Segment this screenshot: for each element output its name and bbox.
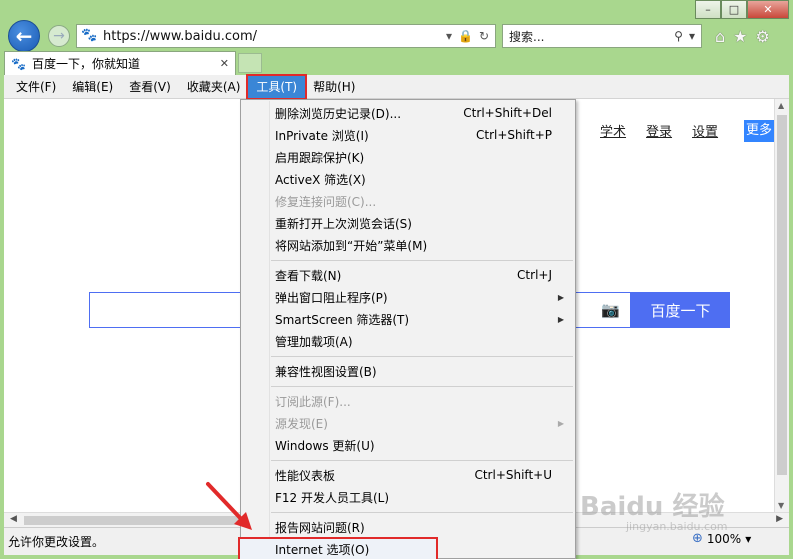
home-icon[interactable]: ⌂ — [715, 27, 725, 46]
menu-separator — [271, 386, 573, 387]
menu-item-internet-options[interactable]: Internet 选项(O) — [238, 537, 438, 559]
address-dropdown-icon[interactable]: ▾ — [446, 29, 452, 43]
zoom-dropdown-icon[interactable]: ▾ — [745, 532, 751, 546]
forward-button[interactable]: → — [48, 25, 70, 47]
menu-edit[interactable]: 编辑(E) — [64, 76, 121, 98]
menu-item-f12-devtools[interactable]: F12 开发人员工具(L) — [242, 486, 574, 508]
menu-item-manage-addons[interactable]: 管理加载项(A) — [242, 330, 574, 352]
menu-item-performance-dashboard[interactable]: 性能仪表板 Ctrl+Shift+U — [242, 464, 574, 486]
tab-title: 百度一下，你就知道 — [31, 57, 140, 71]
menu-item-tracking-protection[interactable]: 启用跟踪保护(K) — [242, 146, 574, 168]
menu-item-reopen-session[interactable]: 重新打开上次浏览会话(S) — [242, 212, 574, 234]
tools-menu: 删除浏览历史记录(D)... Ctrl+Shift+Del InPrivate 浏… — [238, 99, 576, 559]
scroll-up-icon[interactable]: ▲ — [778, 101, 784, 110]
menu-separator — [271, 260, 573, 261]
zoom-control[interactable]: ⊕ 100% ▾ — [692, 531, 751, 546]
menu-tools[interactable]: 工具(T) — [246, 73, 308, 100]
search-dropdown-icon[interactable]: ▾ — [689, 29, 695, 43]
watermark-url: jingyan.baidu.com — [626, 520, 728, 533]
zoom-icon[interactable]: ⊕ — [692, 531, 703, 546]
menu-item-delete-history[interactable]: 删除浏览历史记录(D)... Ctrl+Shift+Del — [242, 102, 574, 124]
maximize-button[interactable]: □ — [721, 0, 747, 19]
tab-baidu[interactable]: 🐾 百度一下，你就知道 ✕ — [4, 51, 236, 75]
scroll-left-icon[interactable]: ◀ — [10, 514, 17, 524]
submenu-arrow-icon: ▶ — [557, 292, 564, 302]
search-box[interactable]: 搜索... ⚲ ▾ — [502, 24, 702, 48]
ie-window: – □ ✕ ← → 🐾 https://www.baidu.com/ ▾ 🔒 ↻… — [0, 0, 793, 559]
menu-item-report-site[interactable]: 报告网站问题(R) — [242, 516, 574, 538]
menu-item-smartscreen[interactable]: SmartScreen 筛选器(T) ▶ — [242, 308, 574, 330]
red-pointer-arrow-icon — [206, 482, 252, 530]
search-input[interactable]: 搜索... — [509, 28, 674, 45]
refresh-icon[interactable]: ↻ — [479, 29, 489, 43]
back-arrow-icon: ← — [15, 24, 33, 48]
menu-separator — [271, 356, 573, 357]
link-login[interactable]: 登录 — [646, 121, 672, 140]
scroll-right-icon[interactable]: ▶ — [776, 514, 783, 524]
command-icons: ⌂ ★ ⚙ — [715, 27, 770, 46]
menu-item-windows-update[interactable]: Windows 更新(U) — [242, 434, 574, 456]
status-text: 允许你更改设置。 — [8, 535, 105, 549]
submenu-arrow-icon: ▶ — [557, 314, 564, 324]
menu-item-add-to-start[interactable]: 将网站添加到“开始”菜单(M) — [242, 234, 574, 256]
lock-icon[interactable]: 🔒 — [458, 29, 473, 43]
submenu-arrow-icon: ▶ — [557, 418, 564, 428]
minimize-button[interactable]: – — [695, 0, 721, 19]
settings-gear-icon[interactable]: ⚙ — [756, 27, 770, 46]
window-caption-buttons: – □ ✕ — [695, 0, 789, 20]
address-url[interactable]: https://www.baidu.com/ — [103, 29, 446, 44]
address-bar[interactable]: 🐾 https://www.baidu.com/ ▾ 🔒 ↻ — [76, 24, 496, 48]
menu-item-inprivate[interactable]: InPrivate 浏览(I) Ctrl+Shift+P — [242, 124, 574, 146]
link-settings[interactable]: 设置 — [692, 121, 718, 140]
tab-favicon-icon: 🐾 — [11, 56, 26, 71]
close-button[interactable]: ✕ — [747, 0, 789, 19]
search-icon[interactable]: ⚲ — [674, 29, 683, 43]
menu-view[interactable]: 查看(V) — [121, 76, 179, 98]
back-button[interactable]: ← — [8, 20, 40, 52]
menu-item-subscribe-feed: 订阅此源(F)... — [275, 394, 351, 409]
menu-item-fix-connection: 修复连接问题(C)... — [275, 194, 377, 209]
more-products-button[interactable]: 更多 — [744, 120, 774, 142]
menu-help[interactable]: 帮助(H) — [305, 76, 363, 98]
site-favicon-icon: 🐾 — [81, 28, 98, 43]
menu-file[interactable]: 文件(F) — [8, 76, 64, 98]
zoom-level[interactable]: 100% — [707, 532, 741, 546]
vertical-scrollbar[interactable]: ▲ ▼ — [774, 99, 789, 512]
menu-item-activex-filter[interactable]: ActiveX 筛选(X) — [242, 168, 574, 190]
favorites-star-icon[interactable]: ★ — [733, 27, 747, 46]
vertical-scroll-thumb[interactable] — [777, 115, 787, 475]
camera-icon[interactable]: 📷 — [601, 301, 620, 319]
menu-separator — [271, 512, 573, 513]
menu-bar: 文件(F) 编辑(E) 查看(V) 收藏夹(A) 工具(T) 帮助(H) — [4, 73, 789, 100]
scroll-down-icon[interactable]: ▼ — [778, 501, 784, 510]
baidu-top-links: 学术 登录 设置 — [600, 121, 718, 140]
watermark-logo: Baidu 经验 — [580, 492, 725, 522]
menu-item-feed-discovery: 源发现(E) ▶ — [275, 416, 564, 431]
menu-item-popup-blocker[interactable]: 弹出窗口阻止程序(P) ▶ — [242, 286, 574, 308]
tab-close-icon[interactable]: ✕ — [220, 57, 229, 70]
menu-favorites[interactable]: 收藏夹(A) — [179, 76, 249, 98]
baidu-search-button[interactable]: 百度一下 — [631, 292, 730, 328]
menu-item-compat-view[interactable]: 兼容性视图设置(B) — [242, 360, 574, 382]
forward-arrow-icon: → — [53, 28, 65, 44]
link-xueshu[interactable]: 学术 — [600, 121, 626, 140]
new-tab-button[interactable] — [238, 53, 262, 73]
menu-separator — [271, 460, 573, 461]
menu-item-view-downloads[interactable]: 查看下载(N) Ctrl+J — [242, 264, 574, 286]
